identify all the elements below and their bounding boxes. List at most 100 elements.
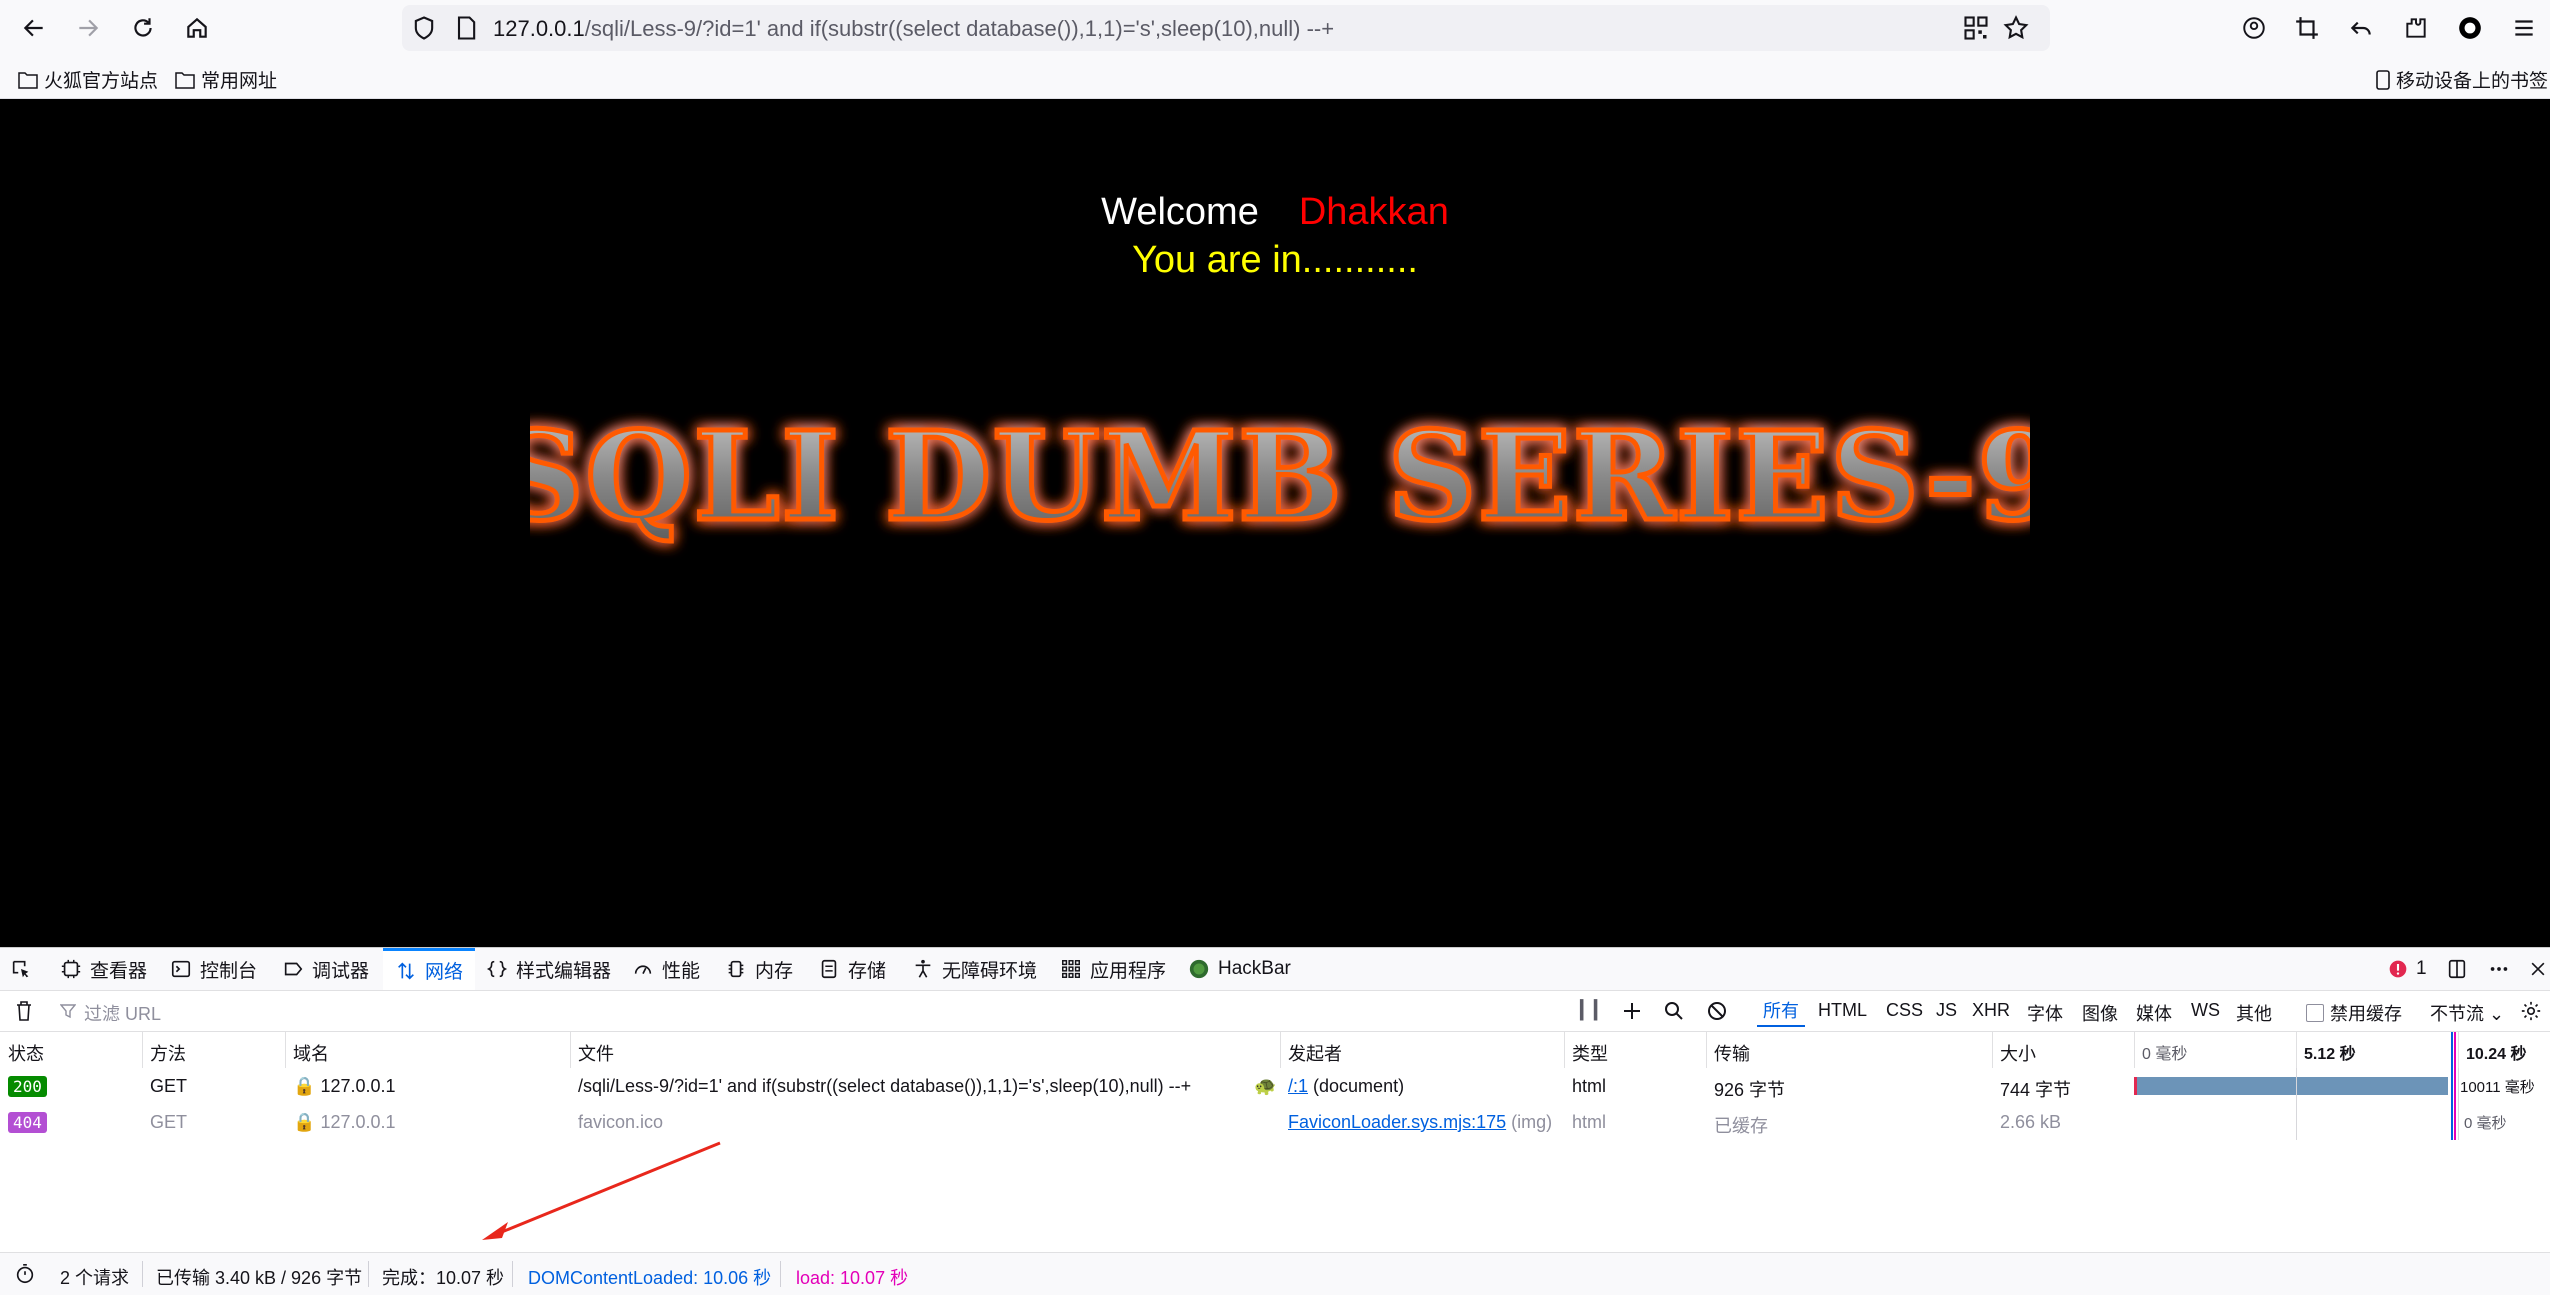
extensions-icon[interactable] [2400, 12, 2432, 44]
load-marker-line [2454, 1032, 2456, 1140]
undo-icon[interactable] [2345, 12, 2377, 44]
tab-label: 应用程序 [1090, 960, 1167, 982]
waterfall-bar [2134, 1077, 2448, 1095]
profile-circle-icon[interactable] [2454, 12, 2486, 44]
dom-content-loaded-time: DOMContentLoaded: 10.06 秒 [528, 1268, 772, 1288]
welcome-line: Welcome Dhakkan [0, 191, 2550, 234]
bookmarks-toolbar: 火狐官方站点 常用网址 移动设备上的书签 [0, 58, 2550, 99]
page-content: Welcome Dhakkan You are in........... SQL… [0, 99, 2550, 947]
username-text: Dhakkan [1298, 191, 1449, 233]
tab-label: 存储 [848, 960, 887, 982]
filter-funnel-icon [60, 1004, 76, 1019]
column-header-method[interactable]: 方法 [150, 1040, 186, 1066]
tab-application[interactable]: 应用程序 [1060, 948, 1166, 990]
error-counter[interactable]: 1 [2388, 948, 2427, 990]
settings-gear-icon[interactable] [2520, 1000, 2542, 1022]
disable-cache-checkbox[interactable]: 禁用缓存 [2306, 1000, 2402, 1026]
forward-arrow-icon[interactable] [72, 12, 104, 44]
url-bar[interactable]: 127.0.0.1/sqli/Less-9/?id=1' and if(subs… [402, 5, 2050, 51]
home-icon[interactable] [181, 12, 213, 44]
tab-style-editor[interactable]: 样式编辑器 [486, 948, 611, 990]
method-cell: GET [150, 1076, 188, 1096]
column-header-initiator[interactable]: 发起者 [1288, 1040, 1342, 1066]
transferred-cell: 已缓存 [1714, 1116, 1768, 1136]
transferred-summary: 已传输 3.40 kB / 926 字节 [156, 1268, 363, 1288]
account-icon[interactable] [2238, 12, 2270, 44]
reload-icon[interactable] [127, 12, 159, 44]
pause-button[interactable]: ▎▎ [1580, 1000, 1608, 1021]
browser-toolbar: 127.0.0.1/sqli/Less-9/?id=1' and if(subs… [0, 0, 2550, 56]
initiator-cell: /:1 (document) [1288, 1076, 1404, 1097]
column-header-file[interactable]: 文件 [578, 1040, 614, 1066]
filter-type-fonts[interactable]: 字体 [2027, 1000, 2063, 1026]
column-header-status[interactable]: 状态 [8, 1040, 44, 1066]
filter-type-js[interactable]: JS [1936, 1000, 1957, 1021]
type-cell: html [1572, 1112, 1607, 1132]
waterfall-bar-track [2134, 1077, 2454, 1095]
column-header-type[interactable]: 类型 [1572, 1040, 1608, 1066]
filter-type-xhr[interactable]: XHR [1972, 1000, 2010, 1021]
column-header-size[interactable]: 大小 [2000, 1040, 2036, 1066]
filter-type-media[interactable]: 媒体 [2136, 1000, 2172, 1026]
mobile-bookmarks[interactable]: 移动设备上的书签 [2376, 66, 2548, 93]
close-devtools-icon[interactable] [2528, 948, 2548, 990]
menu-icon[interactable] [2508, 12, 2540, 44]
tab-memory[interactable]: 内存 [725, 948, 793, 990]
tab-console[interactable]: 控制台 [170, 948, 257, 990]
app-grid-icon [1062, 960, 1080, 978]
gauge-icon [634, 965, 652, 974]
star-icon[interactable] [2002, 14, 2030, 42]
stopwatch-icon[interactable] [14, 1263, 36, 1285]
page-icon[interactable] [452, 14, 480, 42]
tab-accessibility[interactable]: 无障碍环境 [912, 948, 1037, 990]
disable-cache-label: 禁用缓存 [2330, 1004, 2402, 1024]
mobile-device-icon [2376, 69, 2390, 90]
initiator-cell: FaviconLoader.sys.mjs:175 (img) [1288, 1112, 1552, 1133]
domain-cell: 🔒 127.0.0.1 [293, 1076, 396, 1097]
throttle-label: 不节流 [2430, 1004, 2484, 1024]
tab-debugger[interactable]: 调试器 [282, 948, 369, 990]
column-header-domain[interactable]: 域名 [293, 1040, 329, 1066]
shield-icon[interactable] [410, 14, 438, 42]
tab-storage[interactable]: 存储 [818, 948, 886, 990]
trash-icon[interactable] [14, 1000, 34, 1022]
filter-type-css[interactable]: CSS [1886, 1000, 1923, 1021]
column-header-transferred[interactable]: 传输 [1714, 1040, 1750, 1066]
search-icon[interactable] [1664, 1001, 1684, 1021]
element-picker-icon[interactable] [10, 948, 32, 990]
block-icon[interactable] [1707, 1001, 1727, 1021]
bookmark-label: 火狐官方站点 [44, 71, 159, 92]
tab-inspector[interactable]: 查看器 [60, 948, 147, 990]
screenshot-crop-icon[interactable] [2291, 12, 2323, 44]
add-icon[interactable] [1622, 1001, 1642, 1021]
tab-hackbar[interactable]: HackBar [1188, 948, 1291, 990]
initiator-link[interactable]: /:1 [1288, 1076, 1308, 1096]
table-row[interactable]: 200 GET 🔒 127.0.0.1 /sqli/Less-9/?id=1' … [0, 1068, 2550, 1104]
filter-type-images[interactable]: 图像 [2082, 1000, 2118, 1026]
table-row[interactable]: 404 GET 🔒 127.0.0.1 favicon.ico FaviconL… [0, 1104, 2550, 1140]
more-options-icon[interactable] [2488, 948, 2510, 990]
url-text[interactable]: 127.0.0.1/sqli/Less-9/?id=1' and if(subs… [493, 16, 1334, 42]
qr-code-icon[interactable] [1962, 14, 1990, 42]
file-cell: /sqli/Less-9/?id=1' and if(substr((selec… [578, 1076, 1192, 1096]
tab-label: HackBar [1218, 958, 1291, 979]
bookmark-folder-firefox[interactable]: 火狐官方站点 [18, 66, 158, 93]
filter-url-input[interactable]: 过滤 URL [84, 1000, 161, 1026]
filter-type-ws[interactable]: WS [2191, 1000, 2220, 1021]
sqli-dumb-series-banner: SQLI DUMB SERIES-9 [530, 402, 2030, 551]
checkbox-box[interactable] [2306, 1004, 2324, 1022]
tab-performance[interactable]: 性能 [632, 948, 700, 990]
filter-type-all[interactable]: 所有 [1757, 997, 1805, 1027]
throttle-select[interactable]: 不节流 ⌄ [2430, 1000, 2504, 1026]
welcome-text: Welcome [1101, 191, 1259, 233]
initiator-link[interactable]: FaviconLoader.sys.mjs:175 [1288, 1112, 1506, 1132]
table-header: 状态 方法 域名 文件 发起者 类型 传输 大小 0 毫秒 5.12 秒 10.… [0, 1032, 2550, 1069]
bookmark-folder-common[interactable]: 常用网址 [175, 66, 277, 93]
tab-network[interactable]: 网络 [383, 948, 476, 990]
banner-text: SQLI DUMB SERIES-9 [530, 404, 2030, 548]
back-arrow-icon[interactable] [18, 12, 50, 44]
dock-side-icon[interactable] [2446, 948, 2468, 990]
filter-type-other[interactable]: 其他 [2236, 1000, 2272, 1026]
size-cell: 744 字节 [2000, 1080, 2072, 1100]
filter-type-html[interactable]: HTML [1818, 1000, 1867, 1021]
